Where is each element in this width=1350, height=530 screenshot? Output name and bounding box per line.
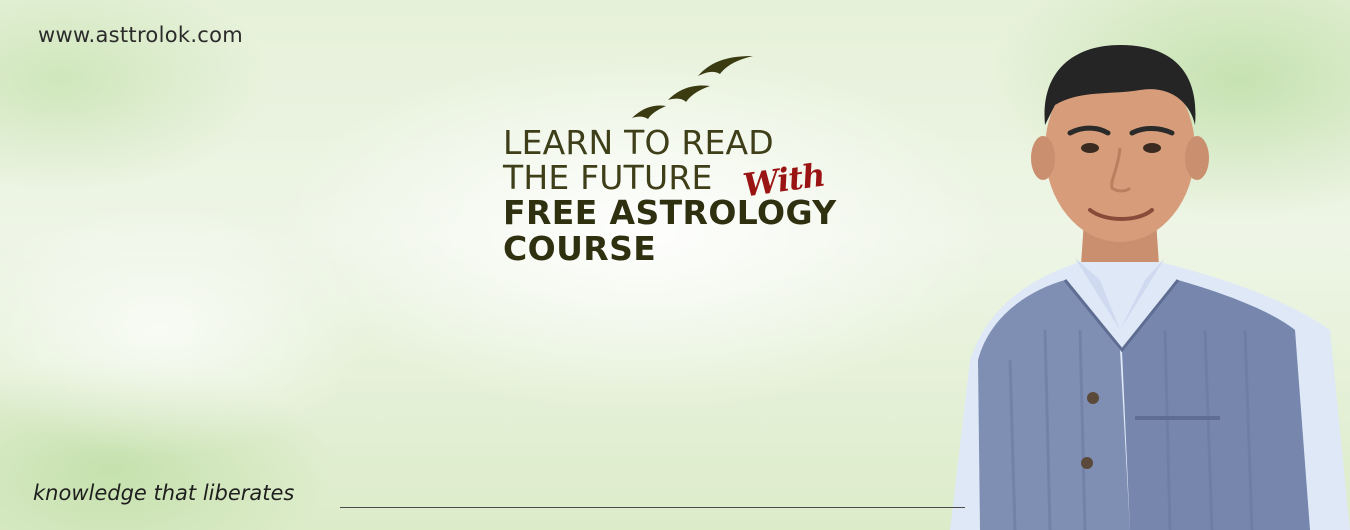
headline-line-4: COURSE <box>503 229 657 268</box>
site-url[interactable]: www.asttrolok.com <box>38 23 243 47</box>
flying-birds-icon <box>632 56 753 119</box>
headline-line-3: FREE ASTROLOGY <box>503 193 837 232</box>
tagline-divider <box>340 507 965 508</box>
headline: LEARN TO READ THE FUTURE With FREE ASTRO… <box>503 125 837 267</box>
tagline: knowledge that liberates <box>33 481 295 505</box>
presenter-portrait <box>950 45 1350 530</box>
hero-banner: www.asttrolok.com LEARN TO READ THE FUTU… <box>0 0 1350 530</box>
headline-line-1: LEARN TO READ <box>503 123 774 162</box>
